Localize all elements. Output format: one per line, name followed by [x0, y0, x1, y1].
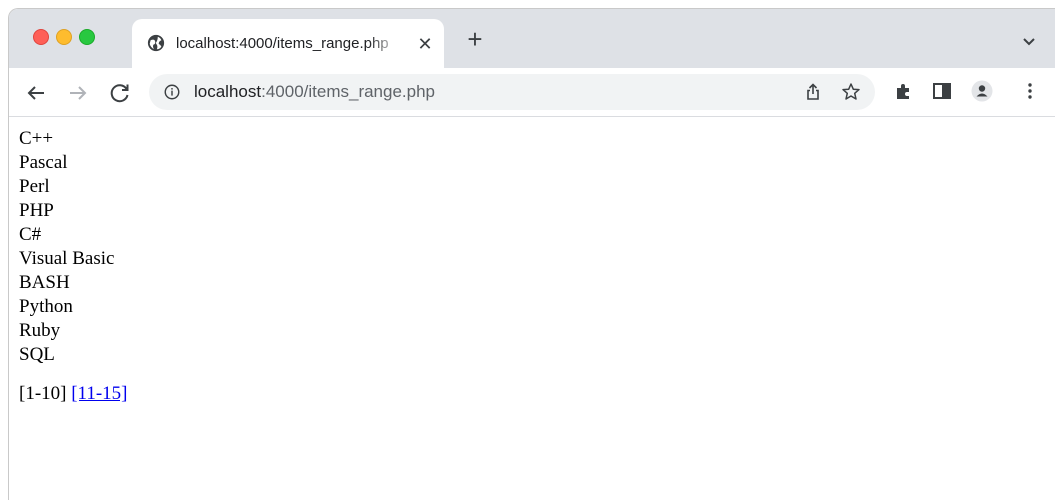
- share-icon[interactable]: [803, 82, 823, 102]
- url-host: localhost: [194, 82, 262, 101]
- list-item: Python: [19, 296, 73, 317]
- list-item: Visual Basic: [19, 248, 115, 269]
- list-item: PHP: [19, 200, 54, 221]
- browser-window: localhost:4000/items_range.php ✕ + local…: [8, 8, 1055, 500]
- browser-toolbar: localhost:4000/items_range.php: [9, 68, 1055, 117]
- list-item: Ruby: [19, 320, 61, 341]
- pagination-next-link[interactable]: [11-15]: [71, 383, 127, 404]
- address-bar[interactable]: localhost:4000/items_range.php: [149, 74, 875, 110]
- new-tab-button[interactable]: +: [461, 26, 489, 54]
- list-item: C++: [19, 128, 54, 149]
- side-panel-icon[interactable]: [931, 80, 953, 102]
- list-item: C#: [19, 224, 42, 245]
- window-minimize-button[interactable]: [56, 29, 72, 45]
- pagination: [1-10] [11-15]: [19, 382, 1055, 406]
- list-item: Perl: [19, 176, 50, 197]
- forward-arrow-icon[interactable]: [66, 81, 90, 105]
- extensions-puzzle-icon[interactable]: [893, 80, 915, 102]
- reload-icon[interactable]: [108, 81, 132, 105]
- tab-title: localhost:4000/items_range.php: [176, 35, 389, 52]
- list-item: BASH: [19, 272, 70, 293]
- page-content: C++ Pascal Perl PHP C# Visual Basic BASH…: [9, 117, 1055, 406]
- tab-strip: localhost:4000/items_range.php ✕ +: [9, 9, 1055, 68]
- list-item: Pascal: [19, 152, 68, 173]
- window-zoom-button[interactable]: [79, 29, 95, 45]
- pagination-current: [1-10]: [19, 383, 67, 404]
- info-icon[interactable]: [163, 83, 181, 101]
- url-path: :4000/items_range.php: [261, 82, 436, 101]
- globe-icon: [147, 34, 165, 52]
- list-item: SQL: [19, 344, 55, 365]
- chevron-down-icon[interactable]: [1019, 31, 1039, 51]
- window-close-button[interactable]: [33, 29, 49, 45]
- more-menu-icon[interactable]: [1019, 80, 1041, 102]
- items-list: C++ Pascal Perl PHP C# Visual Basic BASH…: [19, 127, 1055, 367]
- bookmark-star-icon[interactable]: [841, 82, 861, 102]
- url-text[interactable]: localhost:4000/items_range.php: [194, 82, 435, 102]
- close-icon[interactable]: ✕: [414, 33, 436, 55]
- back-arrow-icon[interactable]: [24, 81, 48, 105]
- profile-avatar-icon[interactable]: [971, 80, 993, 102]
- tab-active[interactable]: localhost:4000/items_range.php ✕: [132, 19, 444, 68]
